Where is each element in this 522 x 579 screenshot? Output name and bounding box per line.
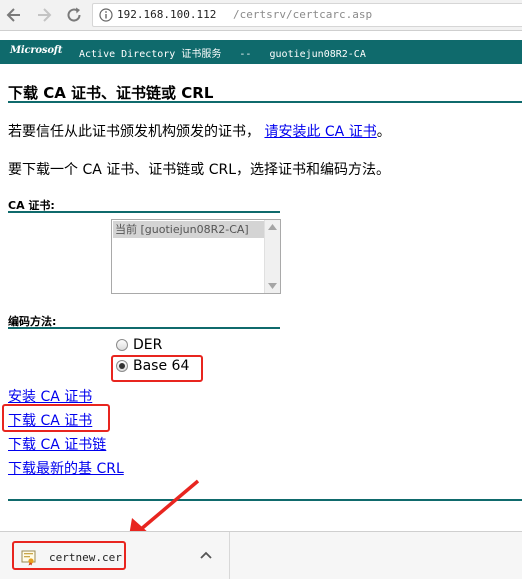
- download-item-highlight-box: [12, 541, 126, 570]
- trust-paragraph: 若要信任从此证书颁发机构颁发的证书， 请安装此 CA 证书。: [8, 121, 391, 141]
- encoding-divider: [8, 327, 280, 329]
- scroll-down-icon[interactable]: [268, 283, 277, 289]
- browser-toolbar: 192.168.100.112 /certsrv/certcarc.asp: [0, 0, 522, 31]
- base64-highlight-box: [111, 355, 203, 382]
- install-ca-cert-inline-link[interactable]: 请安装此 CA 证书: [264, 124, 376, 140]
- page-title: 下载 CA 证书、证书链或 CRL: [8, 84, 214, 102]
- encoding-der-option[interactable]: DER: [116, 337, 162, 353]
- der-radio[interactable]: [116, 339, 128, 351]
- download-latest-crl-link[interactable]: 下载最新的基 CRL: [8, 458, 124, 478]
- header-band: Microsoft Active Directory 证书服务 -- guoti…: [0, 40, 522, 64]
- back-arrow-icon[interactable]: [4, 5, 24, 25]
- microsoft-logo: Microsoft: [10, 45, 63, 56]
- trust-end: 。: [376, 124, 391, 140]
- url-host: 192.168.100.112: [117, 8, 217, 21]
- ca-cert-divider: [8, 211, 280, 213]
- ca-cert-option[interactable]: 当前 [guotiejun08R2-CA]: [113, 221, 264, 238]
- instruction-text: 要下载一个 CA 证书、证书链或 CRL，选择证书和编码方法。: [8, 162, 391, 178]
- address-bar[interactable]: 192.168.100.112 /certsrv/certcarc.asp: [92, 3, 522, 27]
- der-label: DER: [133, 337, 163, 353]
- download-ca-chain-link[interactable]: 下载 CA 证书链: [8, 434, 106, 454]
- reload-icon[interactable]: [64, 5, 84, 25]
- ca-cert-listbox[interactable]: 当前 [guotiejun08R2-CA]: [111, 219, 281, 294]
- header-title: Active Directory 证书服务 -- guotiejun08R2-C…: [79, 49, 366, 60]
- download-link-highlight-box: [2, 404, 110, 432]
- info-icon[interactable]: [99, 8, 113, 22]
- install-ca-cert-link[interactable]: 安装 CA 证书: [8, 386, 92, 406]
- chevron-up-icon[interactable]: [200, 551, 212, 559]
- scroll-up-icon[interactable]: [268, 224, 277, 230]
- listbox-scrollbar[interactable]: [264, 220, 280, 293]
- trust-text: 若要信任从此证书颁发机构颁发的证书，: [8, 124, 260, 140]
- url-path: /certsrv/certcarc.asp: [233, 8, 373, 21]
- bottom-divider: [8, 499, 522, 501]
- title-divider: [8, 101, 522, 103]
- forward-arrow-icon[interactable]: [34, 5, 54, 25]
